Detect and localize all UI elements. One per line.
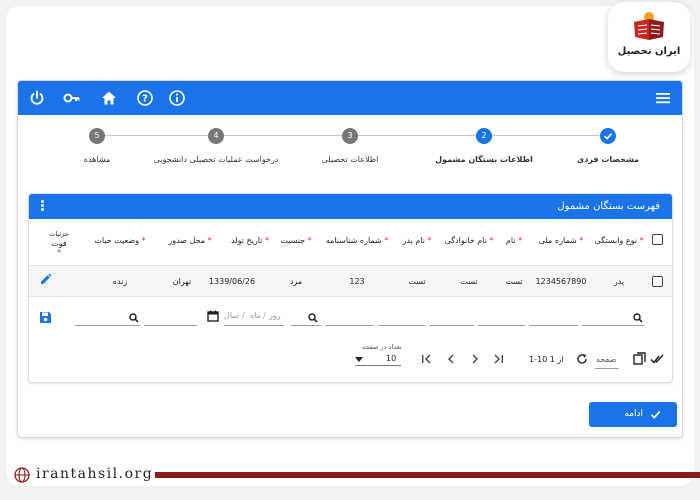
column-header: * جنسیت	[280, 236, 312, 245]
brand-name: ایران تحصیل	[617, 46, 681, 57]
page-label: صفحه	[596, 355, 617, 364]
cell-id-number: 123	[349, 277, 365, 286]
cell-issue-place: تهران	[172, 277, 192, 286]
cell-relation: پدر	[613, 277, 625, 286]
power-icon[interactable]	[28, 89, 46, 107]
stepper-connector	[492, 135, 599, 136]
search-icon[interactable]	[129, 313, 139, 323]
check-all-icon[interactable]	[650, 353, 664, 365]
per-page-value: 10	[386, 354, 397, 363]
help-icon[interactable]: ?	[136, 89, 154, 107]
step-4-circle[interactable]: 4	[208, 128, 224, 144]
wizard-stepper: 2 3 4 5 مشخصات فردی اطلاعات بستگان مشمول…	[18, 125, 682, 165]
last-page-icon[interactable]	[494, 354, 504, 364]
cell-birth-date: 1339/06/26	[208, 277, 256, 286]
date-separator: /	[263, 311, 266, 320]
step-2-label: اطلاعات بستگان مشمول	[435, 155, 533, 164]
key-icon[interactable]	[63, 89, 81, 107]
column-header: * شماره شناسنامه	[325, 236, 389, 245]
step-1-label: مشخصات فردی	[576, 155, 640, 164]
calendar-icon[interactable]	[207, 310, 219, 322]
check-icon	[650, 410, 661, 419]
footer-bar	[155, 472, 700, 478]
stepper-connector	[358, 135, 476, 136]
filter-father-name[interactable]	[378, 325, 425, 326]
more-vert-icon[interactable]	[39, 199, 45, 213]
relatives-panel: فهرست بستگان مشمول * نوع وابستگی * شماره…	[28, 193, 673, 383]
stepper-connector	[105, 135, 208, 136]
filter-issue-place[interactable]	[144, 325, 197, 326]
step-4-label: درخواست عملیات تحصیلی دانشجویی	[153, 155, 279, 164]
footer-site: irantahsil.org	[14, 466, 164, 484]
filter-last-name[interactable]	[429, 325, 474, 326]
save-icon[interactable]	[39, 311, 52, 324]
top-toolbar: ?	[18, 81, 682, 115]
page-range: 1-10 از 1	[529, 355, 564, 364]
date-separator: /	[242, 311, 245, 320]
column-header-death: فوت	[51, 239, 67, 248]
column-header: * تاریخ تولد	[230, 236, 270, 245]
date-year-placeholder: سال	[224, 311, 239, 320]
column-header: * وضعیت حیات	[94, 236, 146, 245]
column-header: * نام خانوادگی	[444, 236, 494, 245]
step-3-circle[interactable]: 3	[342, 128, 358, 144]
search-icon[interactable]	[308, 313, 318, 323]
cell-national-id: 1234567890	[535, 277, 587, 286]
filter-national-id[interactable]	[529, 325, 578, 326]
step-3-label: اطلاعات تحصیلی	[321, 155, 379, 164]
cell-first-name: تست	[505, 277, 523, 286]
column-header: * نوع وابستگی	[594, 236, 644, 245]
cell-last-name: تست	[460, 277, 478, 286]
brand-logo-card: ایران تحصیل	[608, 2, 690, 72]
filter-first-name[interactable]	[478, 325, 525, 326]
prev-page-icon[interactable]	[446, 354, 456, 364]
filter-id-number[interactable]	[325, 325, 374, 326]
page-input[interactable]	[595, 368, 619, 369]
per-page-select[interactable]: 10	[355, 352, 401, 366]
filter-relation[interactable]	[582, 325, 644, 326]
date-month-placeholder: ماه	[250, 311, 261, 320]
svg-text:?: ?	[142, 94, 148, 105]
app-window: ? 2 3 4 5 مشخصات فردی اطلاعات بستگان مشم…	[17, 80, 683, 438]
column-header-death-details: جزئیات	[49, 230, 69, 238]
edit-icon[interactable]	[39, 273, 52, 286]
cell-life-status: زنده	[112, 277, 128, 286]
chevron-down-icon	[355, 357, 363, 362]
filter-life-status[interactable]	[75, 325, 140, 326]
per-page-label: تعداد در صفحه	[362, 343, 402, 351]
filter-birth-date[interactable]	[224, 325, 284, 326]
panel-header: فهرست بستگان مشمول	[29, 194, 672, 219]
home-icon[interactable]	[100, 89, 118, 107]
stepper-connector	[224, 135, 342, 136]
copy-icon[interactable]	[633, 352, 646, 365]
select-all-checkbox[interactable]	[652, 234, 663, 245]
footer-site-url[interactable]: irantahsil.org	[36, 466, 153, 482]
column-header: * محل صدور	[168, 236, 212, 245]
column-header: * شماره ملی	[538, 236, 584, 245]
first-page-icon[interactable]	[421, 354, 431, 364]
continue-label: ادامه	[624, 409, 643, 419]
date-day-placeholder: روز	[269, 311, 281, 320]
step-5-circle[interactable]: 5	[89, 128, 105, 144]
brand-emblem-icon	[634, 12, 664, 40]
step-1-check-icon[interactable]	[600, 128, 616, 144]
cell-father-name: تست	[408, 277, 426, 286]
menu-icon[interactable]	[654, 89, 672, 107]
row-checkbox[interactable]	[652, 276, 663, 287]
info-icon[interactable]	[168, 89, 186, 107]
step-2-circle[interactable]: 2	[476, 128, 492, 144]
cell-gender: مرد	[289, 277, 303, 286]
refresh-icon[interactable]	[576, 353, 588, 365]
row-divider	[29, 296, 672, 297]
required-mark: *	[57, 248, 61, 257]
globe-icon	[14, 467, 30, 483]
search-icon[interactable]	[633, 313, 643, 323]
step-5-label: مشاهده	[83, 155, 111, 164]
continue-button[interactable]: ادامه	[589, 402, 677, 427]
filter-gender[interactable]	[291, 325, 321, 326]
panel-title: فهرست بستگان مشمول	[557, 201, 660, 212]
next-page-icon[interactable]	[470, 354, 480, 364]
column-header: * نام	[505, 236, 523, 245]
column-header: * نام پدر	[402, 236, 432, 245]
